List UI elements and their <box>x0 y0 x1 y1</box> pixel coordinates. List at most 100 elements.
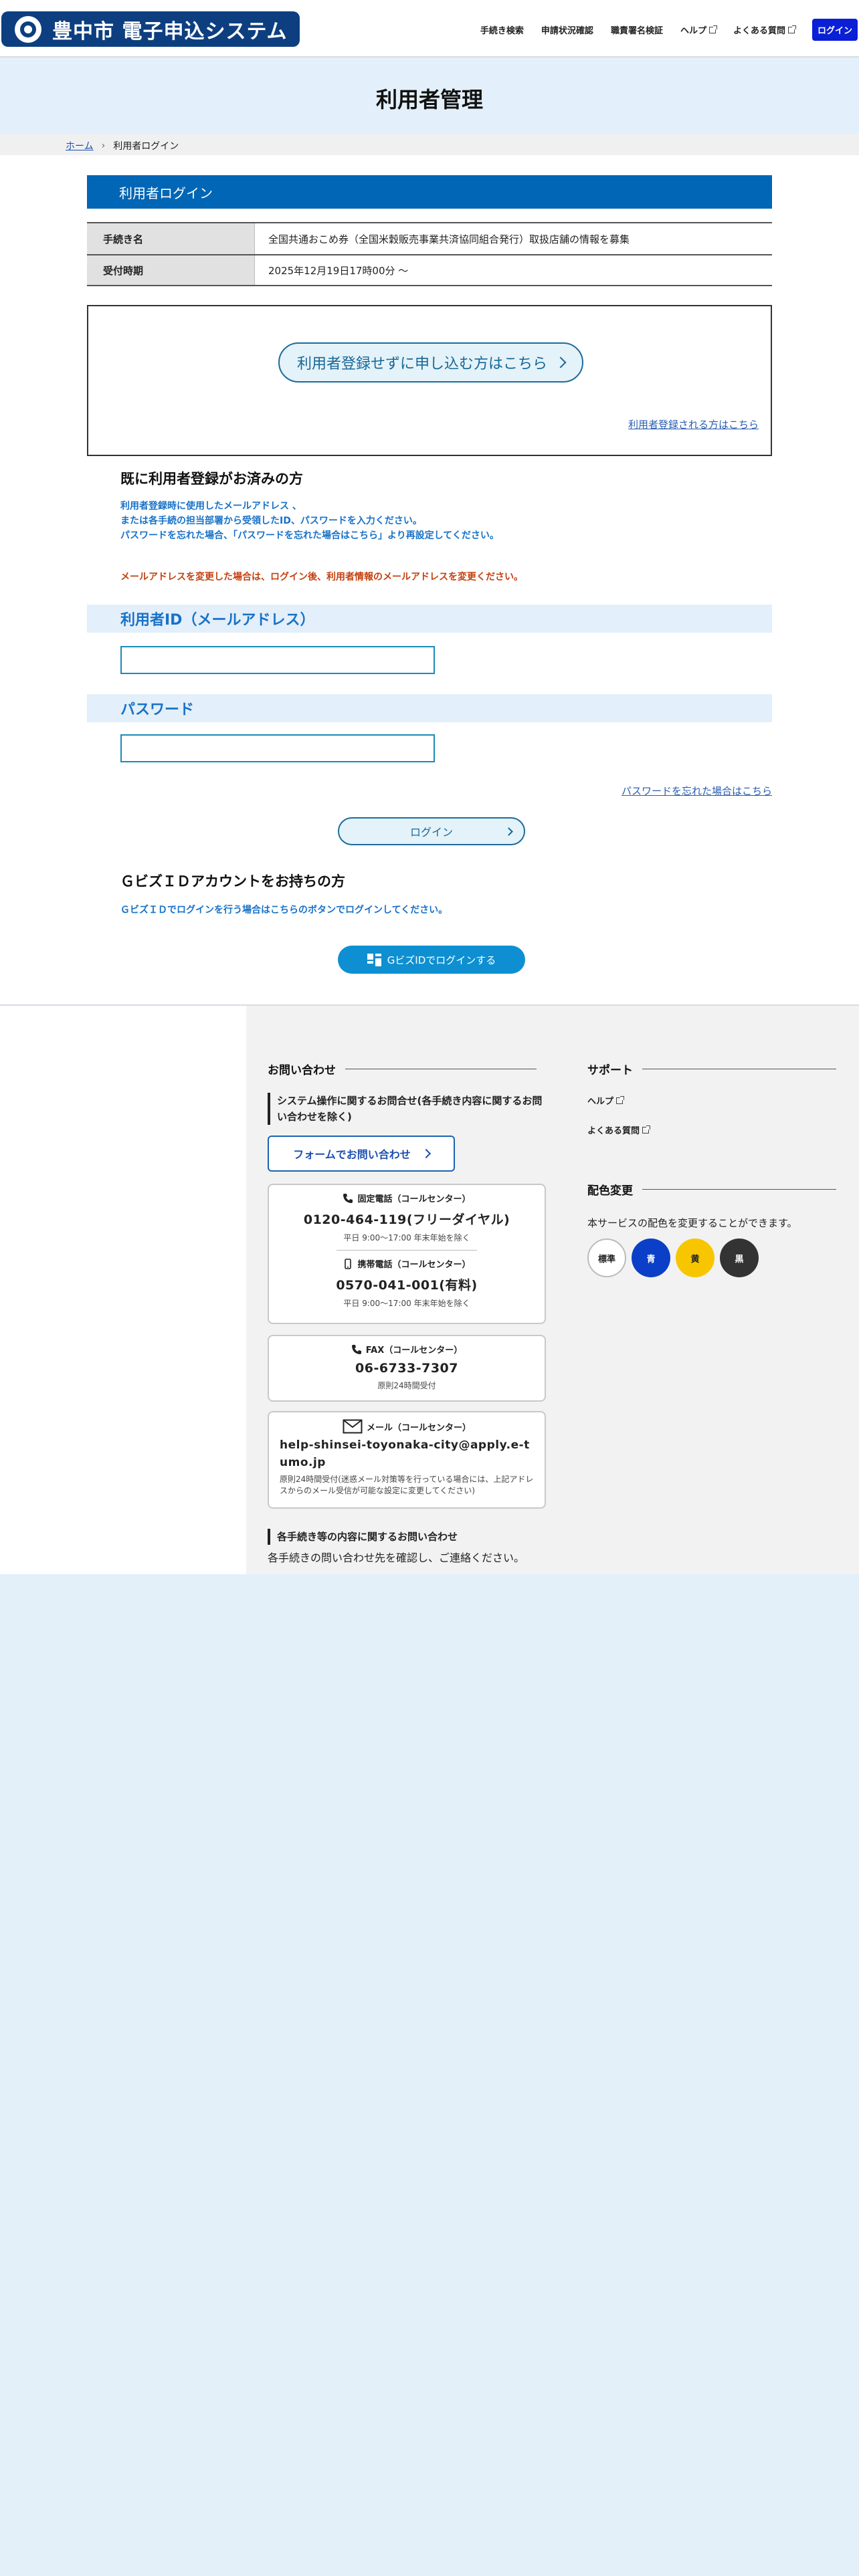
contact-heading-text: お問い合わせ <box>268 1064 336 1077</box>
nav-help-label: ヘルプ <box>680 26 706 36</box>
gbiz-login-label: GビズIDでログインする <box>387 954 496 966</box>
mobile-label-row: 携帯電話（コールセンター） <box>269 1257 545 1270</box>
external-link-icon <box>708 25 717 33</box>
global-nav: 手続き検索 申請状況確認 職責署名検証 ヘルプ よくある質問 ログイン <box>480 19 859 41</box>
header-login-button[interactable]: ログイン <box>812 19 858 41</box>
contact-heading: お問い合わせ <box>268 1061 537 1077</box>
footer-help-label: ヘルプ <box>587 1097 614 1107</box>
mobile-number: 0570-041-001(有料) <box>336 1278 478 1293</box>
login-submit-label: ログイン <box>409 826 453 839</box>
mobile-phone-icon <box>345 1258 352 1269</box>
mail-note: 原則24時間受付(迷惑メール対策等を行っている場合には、上記アドレスからのメール… <box>280 1475 534 1495</box>
external-link-icon <box>616 1095 625 1104</box>
external-link-icon <box>642 1125 651 1134</box>
landline-label: 固定電話（コールセンター） <box>357 1194 471 1204</box>
procedure-name-label: 手続き名 <box>87 223 254 254</box>
mail-label: メール（コールセンター） <box>366 1422 471 1433</box>
existing-user-heading: 既に利用者登録がお済みの方 <box>120 471 303 487</box>
apply-without-register-label: 利用者登録せずに申し込む方はこちら <box>296 356 547 372</box>
nav-faq-label: よくある質問 <box>733 26 785 36</box>
mail-address[interactable]: help-shinsei-toyonaka-city@apply.e-tumo.… <box>280 1436 534 1471</box>
site-header: 豊中市 電子申込システム 手続き検索 申請状況確認 職責署名検証 ヘルプ よくあ… <box>0 0 859 58</box>
password-input[interactable] <box>120 734 435 762</box>
color-black-button[interactable]: 黒 <box>720 1239 759 1277</box>
footer-faq-label: よくある質問 <box>587 1126 640 1136</box>
system-inquiry-heading: システム操作に関するお問合せ(各手続き内容に関するお問い合わせを除く) <box>268 1093 546 1125</box>
color-standard-button[interactable]: 標準 <box>587 1239 626 1277</box>
landline-number: 0120-464-119(フリーダイヤル) <box>303 1212 510 1227</box>
chevron-right-icon: › <box>101 140 106 151</box>
reception-period-label: 受付時期 <box>87 255 254 285</box>
inquiry-form-label: フォームでお問い合わせ <box>293 1148 411 1161</box>
breadcrumb: ホーム › 利用者ログイン <box>66 139 179 152</box>
procedure-inquiry-heading: 各手続き等の内容に関するお問い合わせ <box>268 1529 546 1545</box>
footer-help-link[interactable]: ヘルプ <box>587 1094 625 1107</box>
phone-contact-card: 固定電話（コールセンター） 0120-464-119(フリーダイヤル) 平日 9… <box>268 1184 546 1324</box>
footer-faq-link[interactable]: よくある質問 <box>587 1123 651 1136</box>
chevron-right-icon <box>421 1148 431 1159</box>
site-logo[interactable]: 豊中市 電子申込システム <box>1 11 300 47</box>
support-heading-text: サポート <box>587 1064 633 1077</box>
description-line: 利用者登録時に使用したメールアドレス 、 <box>120 501 302 512</box>
nav-procedure-search[interactable]: 手続き検索 <box>480 23 524 36</box>
page-title: 利用者管理 <box>375 87 483 112</box>
chevron-right-icon <box>555 356 567 368</box>
fax-hours: 原則24時間受付 <box>377 1381 436 1390</box>
color-change-heading-text: 配色変更 <box>587 1184 633 1198</box>
gbiz-description: ＧビズＩＤでログインを行う場合はこちらのボタンでログインしてください。 <box>120 905 448 916</box>
mail-label-row: メール（コールセンター） <box>280 1419 534 1434</box>
mobile-label: 携帯電話（コールセンター） <box>357 1260 471 1270</box>
mail-contact-card: メール（コールセンター） help-shinsei-toyonaka-city@… <box>268 1411 546 1509</box>
divider <box>337 1250 477 1251</box>
description-line: または各手続の担当部署から受領したID、パスワードを入力ください。 <box>120 516 422 526</box>
register-link[interactable]: 利用者登録される方はこちら <box>628 417 759 431</box>
user-id-input[interactable] <box>120 646 435 674</box>
section-title: 利用者ログイン <box>87 175 772 209</box>
email-change-warning: メールアドレスを変更した場合は、ログイン後、利用者情報のメールアドレスを変更くだ… <box>120 572 523 582</box>
breadcrumb-home[interactable]: ホーム <box>66 139 94 152</box>
chevron-right-icon <box>504 827 513 836</box>
gbiz-logo-icon <box>367 952 382 967</box>
procedure-inquiry-text: 各手続きの問い合わせ先を確認し、ご連絡ください。 <box>268 1551 525 1564</box>
gbiz-heading: ＧビズＩＤアカウントをお持ちの方 <box>120 873 345 889</box>
user-id-label: 利用者ID（メールアドレス） <box>87 605 772 633</box>
reception-period-value: 2025年12月19日17時00分 〜 <box>254 255 772 285</box>
color-blue-button[interactable]: 青 <box>632 1239 670 1277</box>
fax-label: FAX（コールセンター） <box>365 1346 463 1356</box>
procedure-info-table: 手続き名 全国共通おこめ券（全国米穀販売事業共済協同組合発行）取扱店舗の情報を募… <box>87 222 772 286</box>
color-change-description: 本サービスの配色を変更することができます。 <box>587 1217 797 1229</box>
phone-icon <box>343 1193 353 1203</box>
password-label: パスワード <box>87 694 772 722</box>
fax-contact-card: FAX（コールセンター） 06-6733-7307 原則24時間受付 <box>268 1335 546 1402</box>
landline-hours: 平日 9:00〜17:00 年末年始を除く <box>343 1233 470 1243</box>
table-row: 手続き名 全国共通おこめ券（全国米穀販売事業共済協同組合発行）取扱店舗の情報を募… <box>87 222 772 254</box>
nav-application-status[interactable]: 申請状況確認 <box>541 23 593 36</box>
gbiz-login-button[interactable]: GビズIDでログインする <box>338 946 525 974</box>
breadcrumb-current: 利用者ログイン <box>113 141 179 152</box>
nav-faq[interactable]: よくある質問 <box>733 23 796 36</box>
mobile-hours: 平日 9:00〜17:00 年末年始を除く <box>343 1299 470 1308</box>
apply-without-register-button[interactable]: 利用者登録せずに申し込む方はこちら <box>278 342 583 383</box>
guest-apply-box: 利用者登録せずに申し込む方はこちら 利用者登録される方はこちら <box>87 305 772 456</box>
fax-label-row: FAX（コールセンター） <box>269 1343 545 1356</box>
description-line: パスワードを忘れた場合、「パスワードを忘れた場合はこちら」より再設定してください… <box>120 530 499 541</box>
color-yellow-button[interactable]: 黄 <box>676 1239 714 1277</box>
login-submit-button[interactable]: ログイン <box>338 817 525 845</box>
divider <box>642 1189 836 1190</box>
phone-icon <box>351 1344 361 1354</box>
mail-icon <box>343 1419 363 1434</box>
city-emblem-icon <box>15 15 41 43</box>
procedure-name-value: 全国共通おこめ券（全国米穀販売事業共済協同組合発行）取扱店舗の情報を募集 <box>254 223 772 254</box>
landline-label-row: 固定電話（コールセンター） <box>269 1192 545 1204</box>
nav-help[interactable]: ヘルプ <box>680 23 717 36</box>
color-change-heading: 配色変更 <box>587 1181 836 1198</box>
fax-number: 06-6733-7307 <box>355 1361 458 1376</box>
table-row: 受付時期 2025年12月19日17時00分 〜 <box>87 254 772 286</box>
support-heading: サポート <box>587 1061 836 1077</box>
nav-signature-verify[interactable]: 職責署名検証 <box>611 23 663 36</box>
inquiry-form-button[interactable]: フォームでお問い合わせ <box>268 1136 455 1172</box>
existing-user-description: 利用者登録時に使用したメールアドレス 、 または各手続の担当部署から受領したID… <box>120 499 499 543</box>
forgot-password-link[interactable]: パスワードを忘れた場合はこちら <box>622 784 772 798</box>
external-link-icon <box>787 25 796 33</box>
site-logo-text: 豊中市 電子申込システム <box>52 19 288 43</box>
